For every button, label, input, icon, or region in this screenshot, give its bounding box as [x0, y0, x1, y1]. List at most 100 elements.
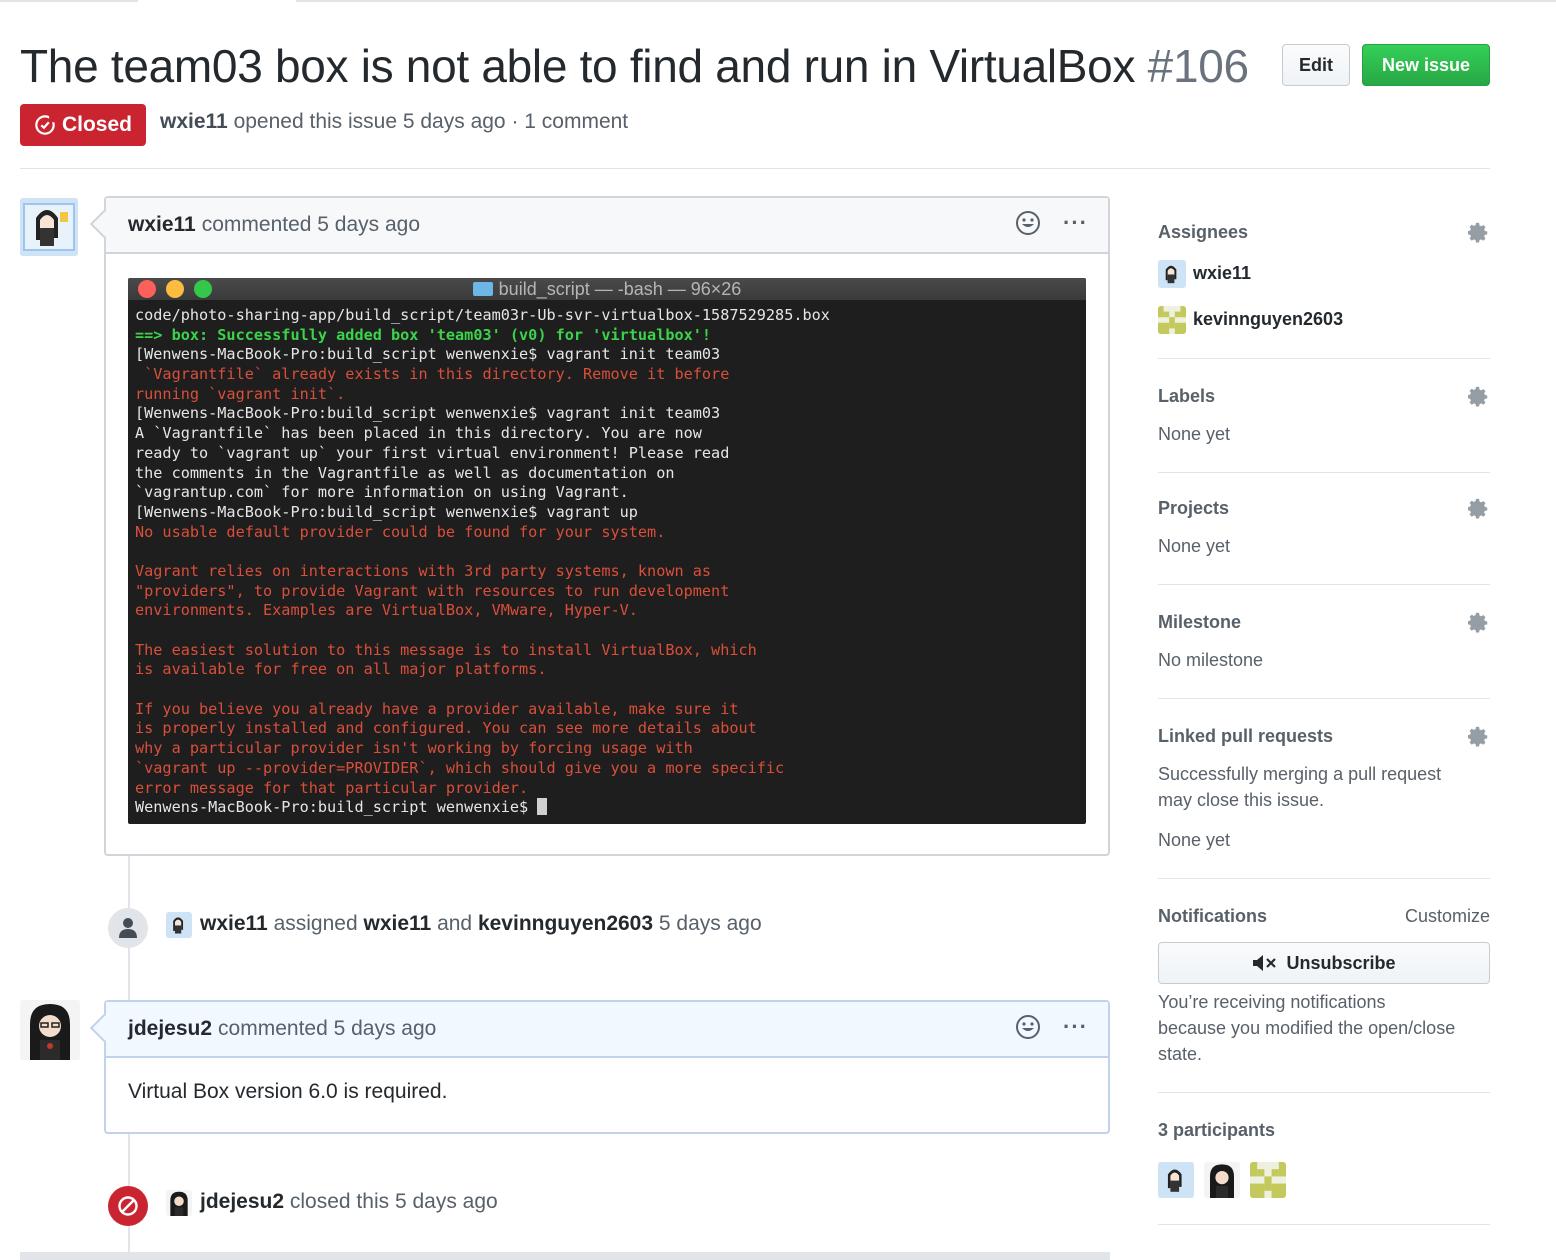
comment-box: jdejesu2 commented 5 days ago ··· Virtua…: [89, 1000, 1110, 1134]
sidebar-assignees-heading: Assignees: [1158, 222, 1249, 242]
avatar-wxie11[interactable]: [20, 198, 78, 256]
comment-header: wxie11 commented 5 days ago: [106, 198, 1108, 254]
comment-box: wxie11 commented 5 days ago ··· build_sc…: [89, 196, 1110, 856]
issue-state-label: Closed: [61, 113, 132, 136]
participants-heading: 3 participants: [1158, 1120, 1276, 1140]
comment-header: jdejesu2 commented 5 days ago: [106, 1002, 1108, 1058]
terminal-cursor: [537, 798, 548, 816]
participant-avatar[interactable]: [1158, 1162, 1194, 1198]
milestone-value: No milestone: [1158, 650, 1264, 670]
bottom-bar: [20, 1252, 1110, 1260]
issue-title: The team03 box is not able to find and r…: [20, 36, 1249, 96]
participant-avatar[interactable]: [1204, 1162, 1240, 1198]
comment-time[interactable]: commented 5 days ago: [202, 213, 420, 237]
mute-icon: [1253, 955, 1277, 971]
terminal-title: build_script — -bash — 96×26: [498, 279, 742, 299]
closed-event-text: jdejesu2 closed this 5 days ago: [200, 1190, 498, 1214]
linked-prs-value: None yet: [1158, 830, 1231, 850]
event-actor[interactable]: wxie11: [200, 912, 268, 935]
terminal-line: The easiest solution to this message is …: [135, 640, 757, 659]
gear-icon[interactable]: [1468, 222, 1490, 244]
terminal-line: [Wenwens-MacBook-Pro:build_script wenwen…: [135, 345, 721, 364]
terminal-line: "providers", to provide Vagrant with res…: [135, 581, 730, 600]
emoji-reaction-icon[interactable]: [1015, 1014, 1041, 1040]
more-options-icon[interactable]: ···: [1063, 1014, 1088, 1040]
closed-event-badge: [108, 1186, 148, 1226]
sidebar-notifications-header: Notifications Customize: [1158, 906, 1490, 932]
new-issue-button[interactable]: New issue: [1362, 44, 1490, 86]
linked-prs-help-line: Successfully merging a pull request: [1158, 764, 1442, 784]
comment-body: Virtual Box version 6.0 is required.: [128, 1080, 448, 1103]
terminal-line: `vagrantup.com` for more information on …: [135, 483, 629, 502]
gear-icon[interactable]: [1468, 612, 1490, 634]
terminal-line: `Vagrantfile` already exists in this dir…: [135, 365, 730, 384]
assignee-name[interactable]: wxie11: [1193, 263, 1251, 284]
sidebar-assignees-header[interactable]: Assignees: [1158, 222, 1490, 248]
sidebar-projects-heading: Projects: [1158, 498, 1230, 518]
unsubscribe-button[interactable]: Unsubscribe: [1158, 942, 1490, 984]
more-options-icon[interactable]: ···: [1063, 210, 1088, 236]
terminal-line: No usable default provider could be foun…: [135, 522, 666, 541]
avatar-jdejesu2[interactable]: [20, 1000, 80, 1060]
terminal-line: `vagrant up --provider=PROVIDER`, which …: [135, 758, 785, 777]
terminal-line: code/photo-sharing-app/build_script/team…: [135, 306, 830, 324]
issue-state-badge: Closed: [20, 104, 146, 146]
sidebar-projects-header[interactable]: Projects: [1158, 498, 1490, 524]
folder-icon: [472, 282, 493, 296]
event-assignee-2[interactable]: kevinnguyen2603: [478, 912, 653, 935]
circle-slash-icon: [118, 1196, 138, 1216]
closed-actor[interactable]: jdejesu2: [200, 1190, 284, 1213]
sidebar-labels-heading: Labels: [1158, 386, 1216, 406]
avatar-wxie11-assignee[interactable]: [1158, 260, 1186, 288]
terminal-line: Vagrant relies on interactions with 3rd …: [135, 561, 712, 580]
terminal-line: error message for that particular provid…: [135, 778, 529, 797]
event-verb: assigned: [273, 912, 358, 935]
terminal-titlebar: build_script — -bash — 96×26: [128, 278, 1086, 300]
event-assignee-1[interactable]: wxie11: [363, 912, 431, 935]
top-rule: [0, 0, 1556, 2]
sidebar-milestone-heading: Milestone: [1158, 612, 1242, 632]
terminal-line: If you believe you already have a provid…: [135, 699, 739, 718]
terminal-screenshot: build_script — -bash — 96×26 code/photo-…: [128, 278, 1086, 824]
customize-link[interactable]: Customize: [1405, 906, 1490, 927]
comment-time[interactable]: commented 5 days ago: [218, 1017, 436, 1041]
terminal-line: the comments in the Vagrantfile as well …: [135, 463, 675, 482]
linked-prs-help-line: may close this issue.: [1158, 790, 1325, 810]
gear-icon[interactable]: [1468, 498, 1490, 520]
comment-author[interactable]: wxie11: [128, 213, 196, 237]
edit-button[interactable]: Edit: [1282, 44, 1350, 86]
avatar-jdejesu2-small[interactable]: [166, 1190, 192, 1216]
assignee-name[interactable]: kevinnguyen2603: [1193, 309, 1343, 330]
terminal-line: [Wenwens-MacBook-Pro:build_script wenwen…: [135, 404, 721, 423]
terminal-line: is properly installed and configured. Yo…: [135, 719, 757, 738]
emoji-reaction-icon[interactable]: [1015, 210, 1041, 236]
issue-closed-icon: [35, 115, 55, 135]
terminal-line: running `vagrant init`.: [135, 384, 346, 403]
terminal-line: ==> box: Successfully added box 'team03'…: [135, 325, 712, 344]
sidebar-labels-header[interactable]: Labels: [1158, 386, 1490, 412]
notifications-help-line: You’re receiving notifications: [1158, 992, 1386, 1012]
terminal-output: code/photo-sharing-app/build_script/team…: [128, 300, 1086, 818]
comment-author[interactable]: jdejesu2: [128, 1017, 212, 1041]
issue-author-link[interactable]: wxie11: [160, 110, 228, 133]
issue-number: #106: [1147, 40, 1249, 92]
gear-icon[interactable]: [1468, 726, 1490, 748]
unsubscribe-label: Unsubscribe: [1286, 952, 1396, 973]
sidebar-milestone-header[interactable]: Milestone: [1158, 612, 1490, 638]
terminal-line: [Wenwens-MacBook-Pro:build_script wenwen…: [135, 502, 638, 521]
header-divider: [20, 168, 1490, 169]
terminal-line: ready to `vagrant up` your first virtual…: [135, 443, 730, 462]
person-icon: [119, 918, 137, 938]
notifications-help-line: because you modified the open/close: [1158, 1018, 1456, 1038]
sidebar-linked-prs-header[interactable]: Linked pull requests: [1158, 726, 1490, 752]
event-time[interactable]: 5 days ago: [659, 912, 762, 935]
avatar-wxie11-small[interactable]: [166, 912, 192, 938]
avatar-kevinnguyen2603[interactable]: [1158, 306, 1186, 334]
gear-icon[interactable]: [1468, 386, 1490, 408]
issue-title-text: The team03 box is not able to find and r…: [20, 40, 1136, 92]
participant-avatar[interactable]: [1250, 1162, 1286, 1198]
projects-value: None yet: [1158, 536, 1231, 556]
